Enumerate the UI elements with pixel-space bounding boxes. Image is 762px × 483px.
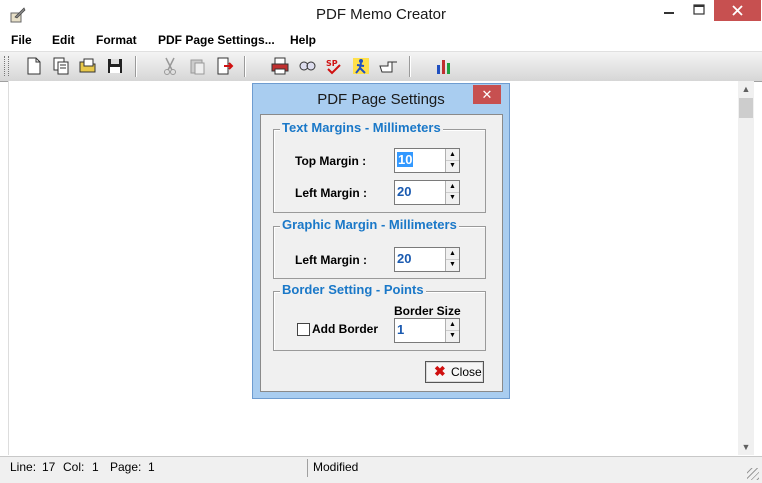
- graphic-left-margin-label: Left Margin :: [295, 253, 367, 267]
- border-size-spinner[interactable]: 1 ▲ ▼: [394, 318, 460, 343]
- top-margin-spinner[interactable]: 10 ▲ ▼: [394, 148, 460, 173]
- toolbar-grip[interactable]: [4, 56, 9, 76]
- dialog-titlebar[interactable]: PDF Page Settings ✕: [253, 84, 509, 114]
- window-close-button[interactable]: [714, 0, 761, 21]
- status-col-label: Col:: [63, 460, 85, 474]
- graphic-margin-group: Graphic Margin - Millimeters Left Margin…: [273, 217, 486, 279]
- pdf-page-settings-dialog: PDF Page Settings ✕ Text Margins - Milli…: [252, 83, 510, 399]
- dialog-title: PDF Page Settings: [317, 91, 445, 108]
- exit-door-icon[interactable]: [214, 56, 234, 76]
- text-margins-group: Text Margins - Millimeters Top Margin : …: [273, 120, 486, 213]
- dialog-body: Text Margins - Millimeters Top Margin : …: [260, 114, 503, 392]
- text-left-margin-spin-buttons: ▲ ▼: [445, 181, 459, 204]
- minimize-button[interactable]: [654, 0, 684, 22]
- graphic-margin-title: Graphic Margin - Millimeters: [280, 217, 459, 232]
- add-border-checkbox[interactable]: [297, 323, 310, 336]
- toolbar-separator: [409, 56, 411, 77]
- border-size-label: Border Size: [394, 304, 461, 318]
- toolbar-separator: [135, 56, 137, 77]
- status-bar: Line: 17 Col: 1 Page: 1 Modified: [0, 456, 762, 483]
- status-page-label: Page:: [110, 460, 142, 474]
- pointer-hand-icon[interactable]: [378, 56, 398, 76]
- menu-bar: File Edit Format PDF Page Settings... He…: [0, 31, 762, 51]
- spin-down-icon[interactable]: ▼: [446, 330, 459, 341]
- status-state: Modified: [313, 460, 359, 474]
- status-line-value: 17: [42, 460, 56, 474]
- graphic-left-margin-value[interactable]: 20: [397, 251, 411, 266]
- text-left-margin-value[interactable]: 20: [397, 184, 411, 199]
- add-border-label[interactable]: Add Border: [312, 322, 378, 336]
- top-margin-label: Top Margin :: [295, 154, 367, 168]
- scroll-down-icon[interactable]: ▼: [738, 439, 754, 455]
- resize-grip-icon[interactable]: [747, 468, 759, 480]
- spell-check-icon[interactable]: SP: [324, 56, 344, 76]
- text-left-margin-spinner[interactable]: 20 ▲ ▼: [394, 180, 460, 205]
- vertical-scrollbar[interactable]: ▲ ▼: [738, 81, 754, 455]
- new-document-icon[interactable]: [24, 56, 44, 76]
- close-button[interactable]: ✖ Close: [425, 361, 484, 383]
- border-size-value[interactable]: 1: [397, 322, 404, 337]
- save-disk-icon[interactable]: [105, 56, 125, 76]
- left-margin-label: Left Margin :: [295, 186, 367, 200]
- toolbar-separator: [244, 56, 246, 77]
- graphic-left-margin-spinner[interactable]: 20 ▲ ▼: [394, 247, 460, 272]
- spin-down-icon[interactable]: ▼: [446, 160, 459, 171]
- open-folder-icon[interactable]: [78, 56, 98, 76]
- graphic-left-margin-spin-buttons: ▲ ▼: [445, 248, 459, 271]
- cut-disabled-icon[interactable]: [160, 56, 180, 76]
- top-margin-spin-buttons: ▲ ▼: [445, 149, 459, 172]
- status-line-label: Line:: [10, 460, 37, 474]
- status-page-value: 1: [148, 460, 155, 474]
- print-preview-icon[interactable]: [297, 56, 317, 76]
- scroll-up-icon[interactable]: ▲: [738, 81, 754, 97]
- text-margins-title: Text Margins - Millimeters: [280, 120, 443, 135]
- copy-documents-icon[interactable]: [51, 56, 71, 76]
- close-button-label: Close: [451, 365, 482, 379]
- bar-chart-icon[interactable]: [434, 56, 454, 76]
- menu-edit[interactable]: Edit: [52, 33, 75, 47]
- scroll-thumb[interactable]: [739, 98, 753, 118]
- status-col-value: 1: [92, 460, 99, 474]
- window-title: PDF Memo Creator: [315, 6, 447, 23]
- menu-file[interactable]: File: [11, 33, 32, 47]
- print-icon[interactable]: [270, 56, 290, 76]
- paste-disabled-icon[interactable]: [187, 56, 207, 76]
- border-size-spin-buttons: ▲ ▼: [445, 319, 459, 342]
- spin-down-icon[interactable]: ▼: [446, 192, 459, 203]
- svg-text:SP: SP: [326, 59, 338, 68]
- menu-pdf-page-settings[interactable]: PDF Page Settings...: [158, 33, 275, 47]
- red-x-icon: ✖: [434, 363, 446, 379]
- run-figure-icon[interactable]: [351, 56, 371, 76]
- spin-down-icon[interactable]: ▼: [446, 259, 459, 270]
- status-divider: [307, 459, 308, 477]
- toolbar: SP: [0, 51, 762, 82]
- border-setting-title: Border Setting - Points: [280, 282, 426, 297]
- window-titlebar: PDF Memo Creator: [0, 0, 762, 31]
- maximize-button[interactable]: [684, 0, 714, 22]
- top-margin-value[interactable]: 10: [397, 152, 414, 167]
- minimize-icon: [664, 12, 674, 14]
- dialog-close-icon[interactable]: ✕: [473, 85, 501, 104]
- close-icon: [732, 5, 743, 16]
- menu-format[interactable]: Format: [96, 33, 137, 47]
- menu-help[interactable]: Help: [290, 33, 316, 47]
- maximize-icon: [693, 4, 705, 15]
- border-setting-group: Border Setting - Points Add Border Borde…: [273, 282, 486, 351]
